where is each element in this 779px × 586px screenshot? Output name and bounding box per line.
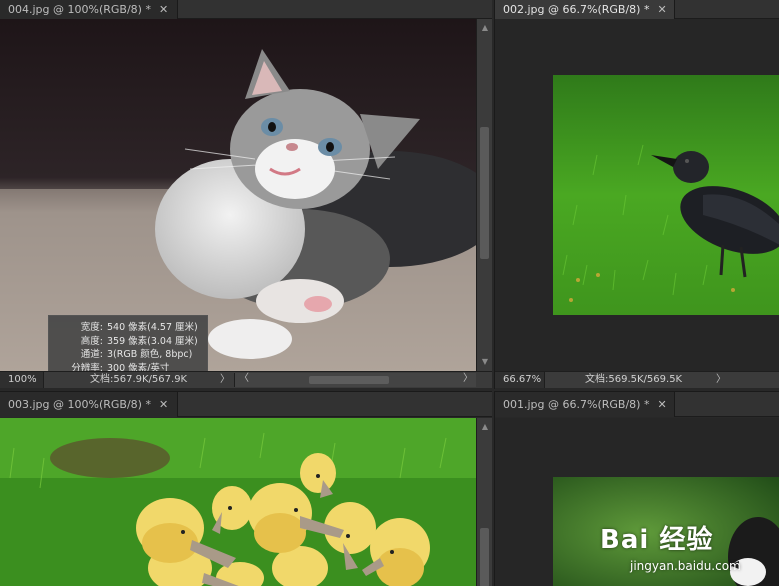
channels-value: 3(RGB 颜色, 8bpc) [107, 349, 193, 360]
vertical-scrollbar[interactable]: ▲ ▼ [476, 19, 492, 371]
document-info-popup: 宽度: 540 像素(4.57 厘米) 高度: 359 像素(3.04 厘米) 通道… [48, 315, 208, 371]
height-value: 359 像素(3.04 厘米) [107, 335, 198, 347]
document-canvas[interactable] [495, 19, 779, 371]
resolution-value: 300 像素/英寸 [107, 362, 170, 372]
tab-bar: 003.jpg @ 100%(RGB/8) * ✕ [0, 392, 492, 417]
tab-bar: 001.jpg @ 66.7%(RGB/8) * ✕ [495, 392, 779, 417]
status-menu-arrow-icon[interactable]: 〉 [716, 372, 726, 388]
document-tab-003[interactable]: 003.jpg @ 100%(RGB/8) * ✕ [0, 392, 178, 417]
scroll-up-icon[interactable]: ▲ [477, 21, 492, 35]
document-pane-001: 001.jpg @ 66.7%(RGB/8) * ✕ Bai 经验 jingya… [494, 391, 779, 586]
document-tab-002[interactable]: 002.jpg @ 66.7%(RGB/8) * ✕ [495, 0, 675, 19]
zoom-level[interactable]: 66.67% [495, 372, 545, 388]
tab-bar: 004.jpg @ 100%(RGB/8) * ✕ [0, 0, 492, 19]
document-size-info[interactable]: 文档:569.5K/569.5K [585, 372, 682, 388]
width-label: 宽度: [80, 322, 103, 333]
scrollbar-thumb[interactable] [309, 376, 389, 384]
close-icon[interactable]: ✕ [657, 3, 666, 16]
watermark-brand: Bai 经验 [600, 525, 714, 555]
ducklings-photo [0, 418, 476, 586]
width-value: 540 像素(4.57 厘米) [107, 322, 198, 333]
document-canvas[interactable]: Bai 经验 jingyan.baidu.com [495, 418, 779, 586]
close-icon[interactable]: ✕ [159, 3, 168, 16]
scroll-up-icon[interactable]: ▲ [477, 420, 492, 434]
status-menu-arrow-icon[interactable]: 〉 [220, 372, 230, 388]
document-canvas[interactable]: 宽度: 540 像素(4.57 厘米) 高度: 359 像素(3.04 厘米) 通道… [0, 19, 476, 371]
document-tab-004[interactable]: 004.jpg @ 100%(RGB/8) * ✕ [0, 0, 178, 19]
scrollbar-thumb[interactable] [480, 528, 489, 586]
scroll-down-icon[interactable]: ▼ [477, 355, 492, 369]
resolution-label: 分辨率: [71, 362, 103, 372]
document-size-info[interactable]: 文档:567.9K/567.9K [90, 372, 187, 388]
document-tab-001[interactable]: 001.jpg @ 66.7%(RGB/8) * ✕ [495, 392, 675, 417]
zoom-level[interactable]: 100% [0, 372, 44, 388]
tab-label: 004.jpg @ 100%(RGB/8) * [8, 3, 151, 16]
tab-label: 001.jpg @ 66.7%(RGB/8) * [503, 398, 650, 411]
scroll-left-icon[interactable]: 〈 [239, 371, 249, 387]
status-bar: 66.67% 文档:569.5K/569.5K 〉 [495, 371, 779, 388]
scroll-right-icon[interactable]: 〉 [463, 371, 473, 387]
height-label: 高度: [80, 335, 103, 347]
status-bar: 100% 文档:567.9K/567.9K 〉 〈 〉 [0, 371, 492, 388]
scrollbar-thumb[interactable] [480, 127, 489, 259]
horizontal-scrollbar[interactable]: 〈 〉 [234, 373, 476, 387]
baidu-jingyan-watermark: Bai 经验 jingyan.baidu.com [590, 501, 779, 586]
tab-label: 003.jpg @ 100%(RGB/8) * [8, 398, 151, 411]
channels-label: 通道: [80, 349, 103, 360]
close-icon[interactable]: ✕ [657, 398, 666, 411]
document-pane-002: 002.jpg @ 66.7%(RGB/8) * ✕ 66.67% 文档:569… [494, 0, 779, 389]
watermark-url: jingyan.baidu.com [630, 559, 741, 573]
tab-bar: 002.jpg @ 66.7%(RGB/8) * ✕ [495, 0, 779, 19]
document-canvas[interactable] [0, 418, 476, 586]
tab-label: 002.jpg @ 66.7%(RGB/8) * [503, 3, 650, 16]
document-pane-004: 004.jpg @ 100%(RGB/8) * ✕ 宽度: 540 像素(4.5… [0, 0, 492, 389]
close-icon[interactable]: ✕ [159, 398, 168, 411]
vertical-scrollbar[interactable]: ▲ [476, 418, 492, 586]
crow-photo [553, 75, 779, 315]
document-pane-003: 003.jpg @ 100%(RGB/8) * ✕ ▲ [0, 391, 492, 586]
